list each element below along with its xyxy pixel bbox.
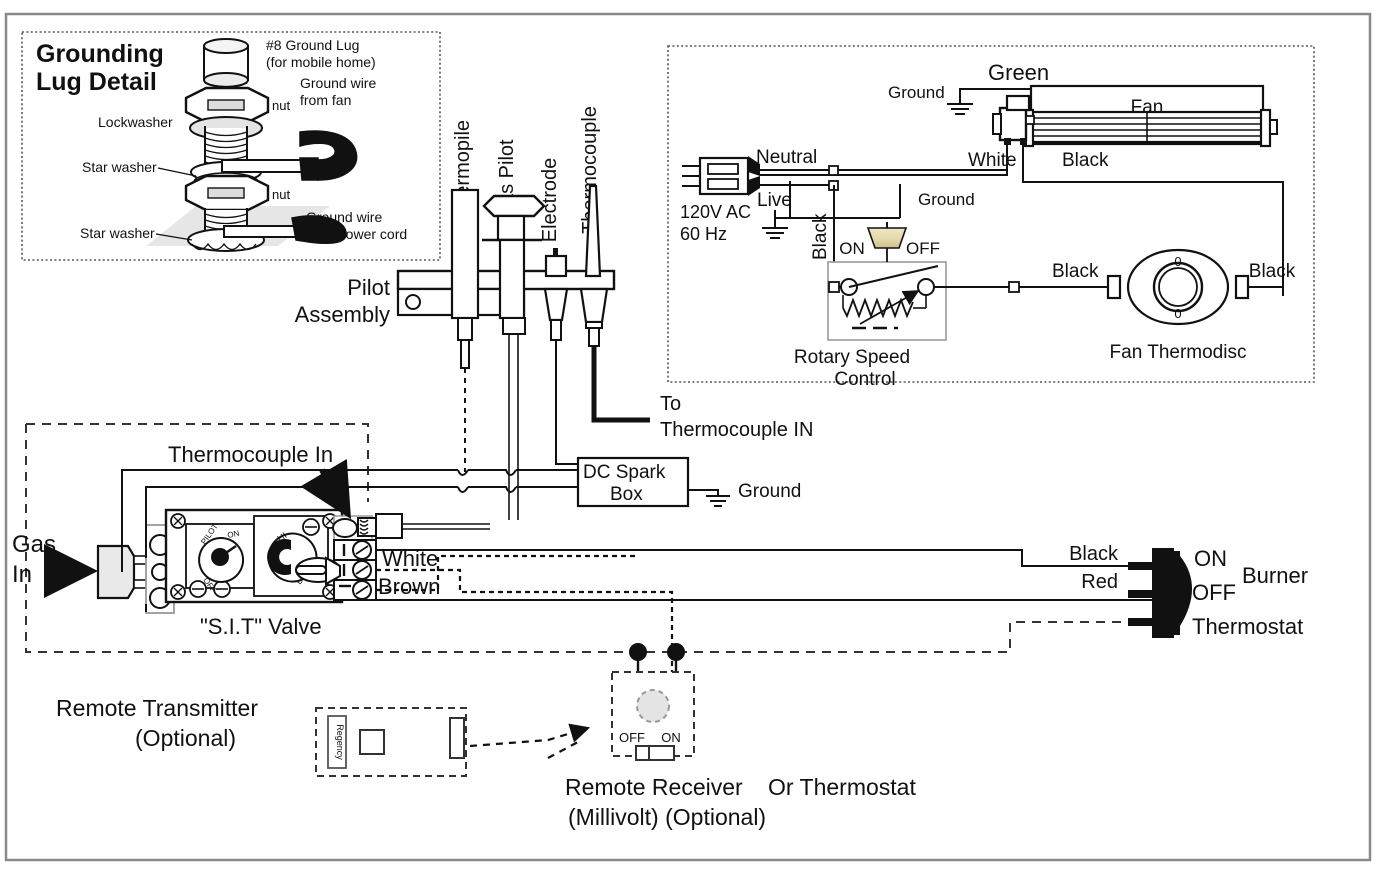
fan-ground-label: Ground bbox=[888, 83, 945, 102]
gas-in-label-line1: Gas bbox=[12, 531, 56, 558]
supply-label-line2: 60 Hz bbox=[680, 224, 727, 244]
cord-wire-terminal bbox=[223, 225, 299, 238]
cord-ground-wire-label-line1: Ground wire bbox=[306, 209, 382, 225]
remote-transmitter[interactable]: Regency bbox=[315, 707, 467, 777]
neutral-label: Neutral bbox=[756, 147, 817, 168]
pilot-assembly-label-line2: Assembly bbox=[295, 302, 390, 327]
or-thermostat-label: Or Thermostat bbox=[768, 774, 916, 800]
receiver-off-label: OFF bbox=[619, 730, 645, 745]
thermostat-body bbox=[1152, 548, 1174, 638]
thermodisc-label: Fan Thermodisc bbox=[1110, 342, 1247, 363]
star-washer-bottom-label: Star washer bbox=[80, 225, 155, 241]
receiver-label-line1: Remote Receiver bbox=[565, 774, 743, 800]
rotary-label-line2: Control bbox=[834, 369, 895, 390]
fan-wire-terminal bbox=[221, 159, 307, 173]
transmitter-button bbox=[359, 729, 385, 755]
live-label: Live bbox=[757, 190, 792, 211]
spark-box-ground-label: Ground bbox=[738, 481, 801, 502]
white-wire-label: White bbox=[968, 150, 1017, 171]
thermodisc-terminal-right bbox=[1234, 274, 1250, 300]
thermostat-red-label: Red bbox=[1081, 571, 1118, 593]
nut-top-label: nut bbox=[272, 98, 290, 113]
spark-box-label-line1: DC Spark bbox=[583, 462, 666, 483]
thermostat-pin-3 bbox=[1128, 618, 1152, 626]
spark-box-label-line2: Box bbox=[610, 484, 643, 505]
star-washer-top-label: Star washer bbox=[82, 159, 157, 175]
black-vertical-label: Black bbox=[810, 213, 831, 260]
pilot-assembly-label-line1: Pilot bbox=[347, 275, 390, 300]
bracket-hole-left bbox=[405, 294, 421, 310]
grounding-title-line2: Lug Detail bbox=[36, 68, 157, 96]
ground-lug-label-line1: #8 Ground Lug bbox=[266, 37, 359, 53]
electrode-label: Electrode bbox=[539, 158, 561, 243]
fan-assembly: Fan bbox=[992, 84, 1278, 148]
green-wire-label: Green bbox=[988, 60, 1049, 85]
mid-ground-label: Ground bbox=[918, 190, 975, 209]
thermostat-pin-2 bbox=[1128, 590, 1152, 598]
switch-output-connector bbox=[1008, 281, 1020, 293]
brown-wire-valve-label: Brown bbox=[378, 574, 440, 599]
remote-receiver[interactable]: OFF ON bbox=[611, 671, 695, 761]
gas-in-label-line2: In bbox=[12, 561, 32, 588]
receiver-indicator bbox=[636, 689, 670, 723]
speed-knob[interactable] bbox=[866, 227, 908, 249]
transmitter-label-line1: Remote Transmitter bbox=[56, 695, 258, 721]
switch-input-connector bbox=[828, 281, 840, 293]
supply-label-line1: 120V AC bbox=[680, 202, 751, 222]
nut-bottom-label: nut bbox=[272, 187, 290, 202]
thermostat-off-label: OFF bbox=[1192, 580, 1236, 605]
black-left-thermodisc-label: Black bbox=[1052, 261, 1099, 282]
to-thermocouple-line1: To bbox=[660, 393, 681, 415]
thermostat-black-label: Black bbox=[1069, 543, 1119, 565]
switch-contact-right bbox=[917, 278, 935, 296]
valve-inlet bbox=[96, 544, 136, 600]
black-right-thermodisc-label: Black bbox=[1249, 261, 1296, 282]
rotary-label-line1: Rotary Speed bbox=[794, 347, 910, 368]
thermodisc-mark-top: 0 bbox=[1174, 254, 1181, 269]
rotary-speed-control[interactable]: ON OFF bbox=[827, 222, 947, 341]
thermodisc-terminal-left bbox=[1106, 274, 1122, 300]
transmitter-label-line2: (Optional) bbox=[135, 725, 236, 751]
lockwasher-label: Lockwasher bbox=[98, 114, 173, 130]
thermostat-label: Thermostat bbox=[1192, 614, 1303, 639]
burner-label: Burner bbox=[1242, 563, 1308, 588]
thermocouple-inlet-port bbox=[332, 518, 358, 538]
black-fan-wire-label: Black bbox=[1062, 150, 1109, 171]
thermostat-on-label: ON bbox=[1194, 546, 1227, 571]
cord-ground-wire-label-line2: from power cord bbox=[306, 226, 407, 242]
switch-off-label: OFF bbox=[906, 239, 940, 258]
wiring-diagram-page: Grounding Lug Detail #8 Ground Lug (for … bbox=[0, 0, 1376, 880]
transmitter-brand-label: Regency bbox=[335, 724, 345, 760]
transmitter-antenna bbox=[449, 717, 465, 759]
thermocouple-in-label: Thermocouple In bbox=[168, 442, 333, 467]
receiver-switch bbox=[635, 745, 675, 761]
receiver-on-label: ON bbox=[661, 730, 681, 745]
valve-name-label: "S.I.T" Valve bbox=[200, 614, 322, 639]
switch-on-label: ON bbox=[839, 239, 865, 258]
neutral-connector bbox=[828, 165, 839, 176]
ground-lug-label-line2: (for mobile home) bbox=[266, 54, 376, 70]
fan-ground-wire-label-line2: from fan bbox=[300, 92, 351, 108]
thermodisc-mark-bottom: 0 bbox=[1174, 306, 1181, 321]
to-thermocouple-line2: Thermocouple IN bbox=[660, 419, 813, 441]
receiver-label-line2: (Millivolt) (Optional) bbox=[568, 804, 766, 830]
grounding-title-line1: Grounding bbox=[36, 40, 164, 68]
fan-ground-wire-label-line1: Ground wire bbox=[300, 75, 376, 91]
thermostat-pin-1 bbox=[1128, 562, 1152, 570]
